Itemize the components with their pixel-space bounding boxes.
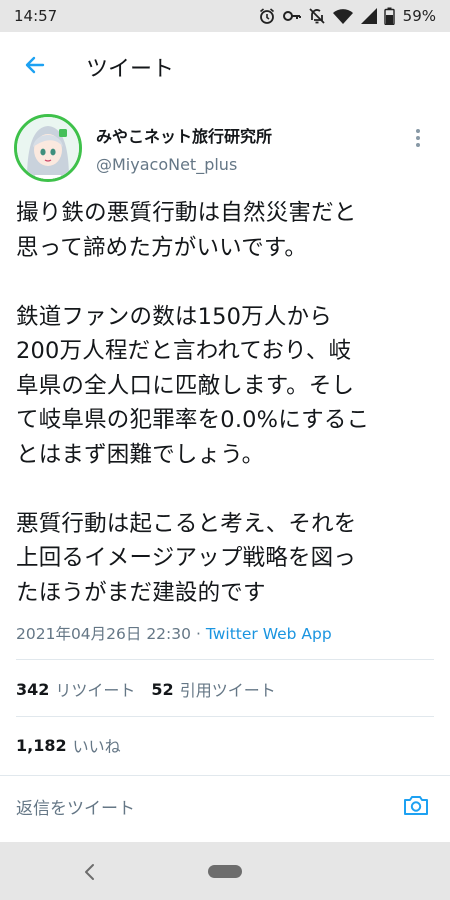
tweet-author: みやこネット旅行研究所 @MiyacoNet_plus [14,112,436,184]
retweet-stats: 342 リツイート 52 引用ツイート [16,674,292,704]
tweet-line: 悪質行動は起こると考え、それを [16,510,357,537]
more-dot [416,136,420,140]
reply-bar: 返信をツイート [0,775,450,837]
likes-link[interactable]: 1,182 いいね [16,733,121,757]
quotes-count: 52 [151,679,174,699]
mute-icon [308,7,326,25]
retweets-link[interactable]: 342 リツイート [16,677,135,701]
system-nav-bar [0,842,450,900]
nav-back-icon[interactable] [78,860,102,884]
arrow-left-icon [23,53,47,81]
key-icon [282,7,302,25]
tweet-line: たほうがまだ建設的です [16,579,266,606]
display-name[interactable]: みやこネット旅行研究所 [96,123,272,147]
back-button[interactable] [0,32,70,102]
tweet-meta: 2021年04月26日 22:30 · Twitter Web App [16,622,436,644]
status-icons: 59% [258,7,436,25]
status-time: 14:57 [14,7,58,25]
meta-separator: · [195,625,201,643]
tweet-line: て岐阜県の犯罪率を0.0%にするこ [16,407,370,433]
divider [16,659,434,660]
retweets-count: 342 [16,679,50,699]
camera-button[interactable] [398,789,434,825]
tweet-timestamp[interactable]: 2021年04月26日 22:30 [16,625,191,643]
tweet-source-link[interactable]: Twitter Web App [206,625,332,643]
app-header: ツイート [0,32,450,102]
retweets-label: リツイート [55,681,136,700]
like-stats: 1,182 いいね [16,730,137,760]
more-dot [416,143,420,147]
battery-percentage: 59% [402,7,436,25]
tweet-line: 200万人程だと言われており、岐 [16,338,352,364]
wifi-icon [332,7,354,25]
page-title: ツイート [86,57,175,82]
tweet-line: 撮り鉄の悪質行動は自然災害だと [16,200,357,226]
author-names: みやこネット旅行研究所 @MiyacoNet_plus [96,123,272,174]
status-bar: 14:57 59% [0,0,450,32]
tweet-line: 思って諦めた方がいいです。 [16,234,308,261]
tweet-line: 鉄道ファンの数は150万人から [16,303,332,330]
divider [16,716,434,717]
avatar[interactable] [14,114,82,182]
signal-icon [360,7,378,25]
tweet-text: 撮り鉄の悪質行動は自然災害だと 思って諦めた方がいいです。 鉄道ファンの数は15… [16,196,438,610]
quotes-label: 引用ツイート [179,681,276,700]
likes-label: いいね [72,737,121,756]
tweet-line: とはまず困難でしょう。 [16,441,265,468]
likes-count: 1,182 [16,735,67,755]
camera-icon [403,793,429,821]
more-options-button[interactable] [406,118,430,158]
user-handle[interactable]: @MiyacoNet_plus [96,155,272,174]
more-dot [416,129,420,133]
nav-home-pill[interactable] [208,865,242,878]
tweet-line: 上回るイメージアップ戦略を図っ [16,545,357,571]
tweet-line: 阜県の全人口に匹敵します。そし [16,372,355,399]
reply-input[interactable]: 返信をツイート [16,794,135,819]
battery-icon [383,7,395,25]
quotes-link[interactable]: 52 引用ツイート [151,677,275,701]
alarm-icon [258,7,276,25]
